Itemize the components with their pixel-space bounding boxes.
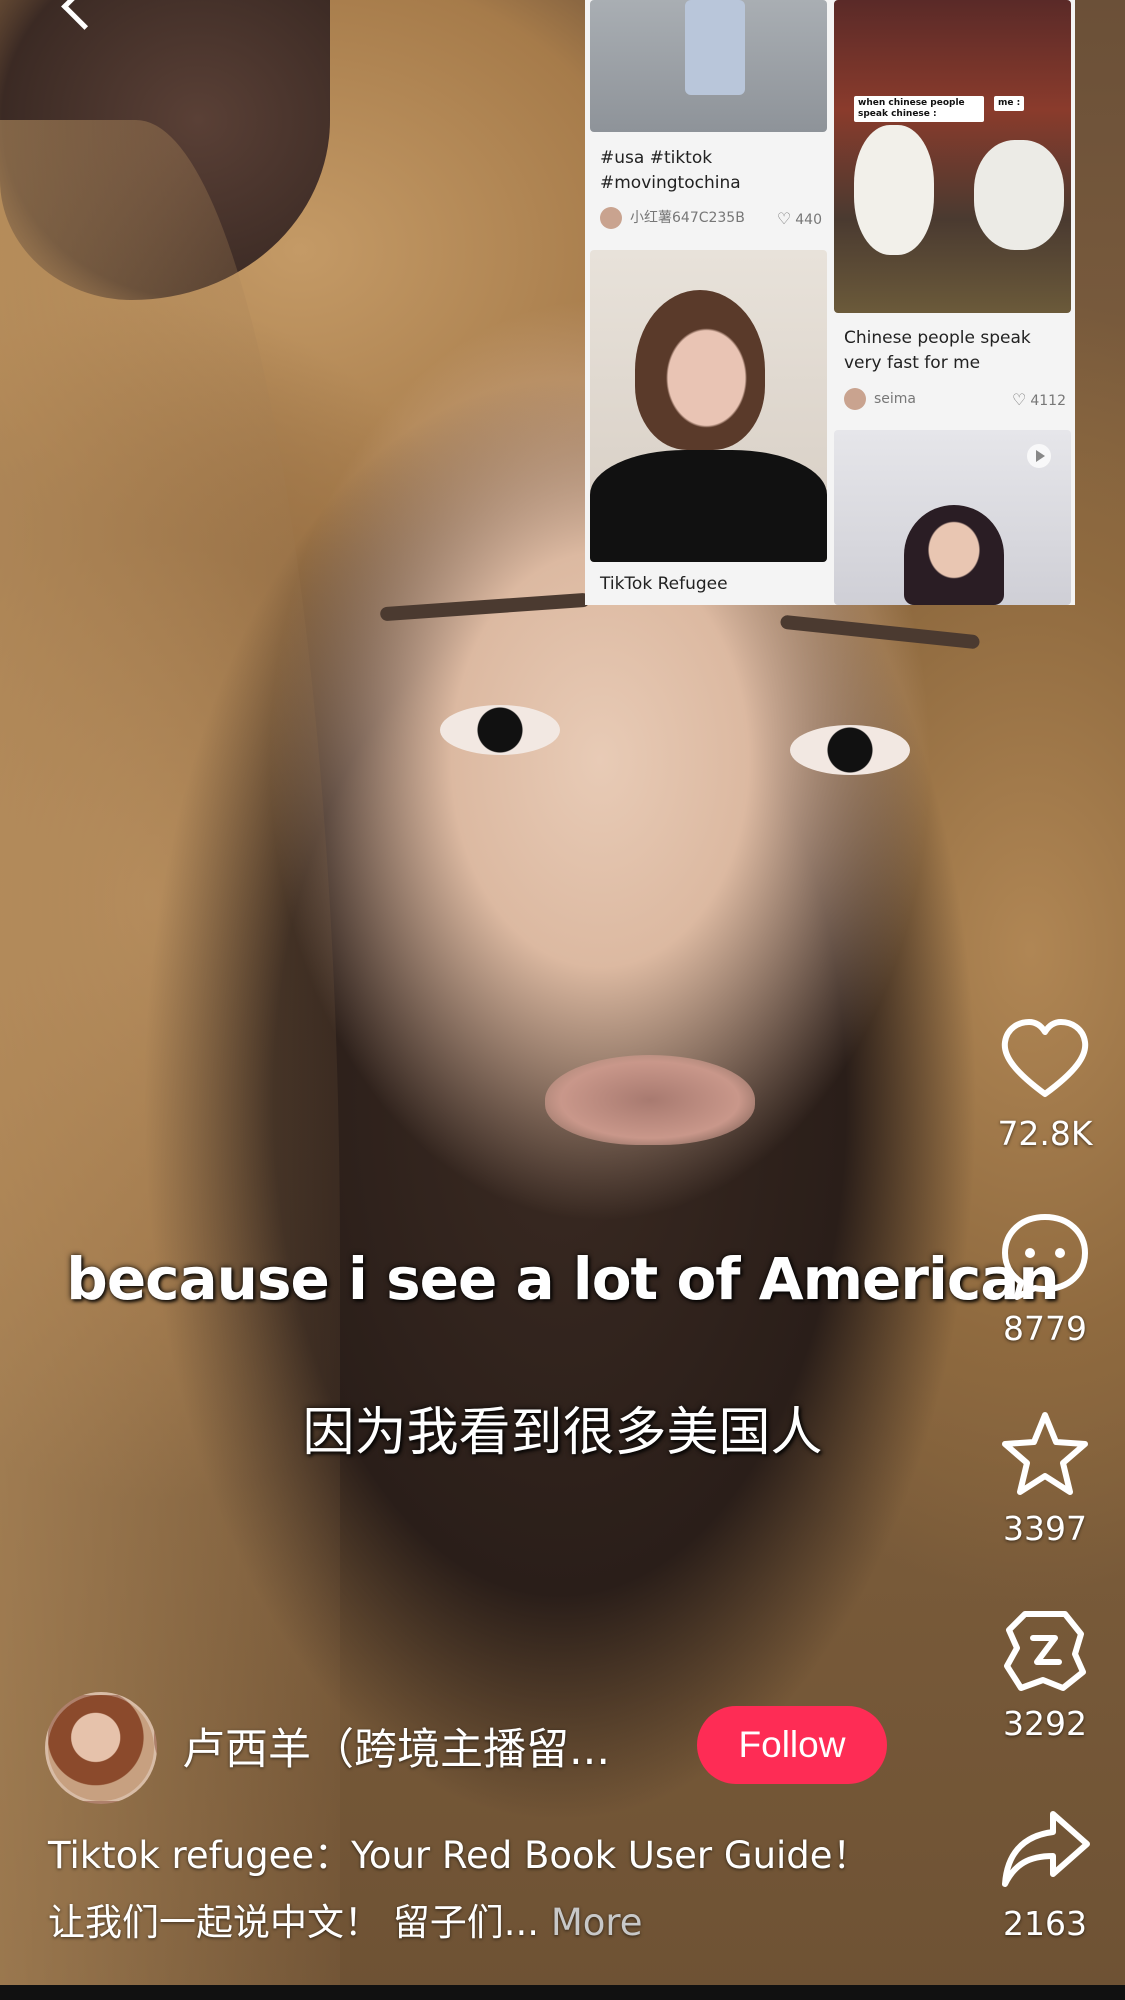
like-count: 72.8K [997, 1114, 1093, 1153]
progress-bar[interactable] [0, 1985, 1125, 2000]
card-likes: 440 [795, 211, 822, 228]
remix-icon [1004, 1611, 1086, 1691]
remix-count: 3292 [1003, 1704, 1087, 1743]
comment-icon [1002, 1214, 1088, 1300]
author-avatar [844, 388, 866, 410]
heart-icon [1001, 1019, 1089, 1097]
share-button[interactable]: 2163 [985, 1800, 1105, 1943]
author-avatar [600, 207, 622, 229]
video-frame[interactable]: #usa #tiktok #movingtochina 小红薯647C235B … [0, 0, 1125, 2000]
subtitle-english: because i see a lot of American [66, 1245, 1059, 1313]
eyebrow-left [379, 592, 591, 622]
meme-caption-right: me : [994, 96, 1025, 111]
lips [545, 1055, 755, 1145]
card-author: 小红薯647C235B [630, 210, 745, 226]
creator-avatar[interactable] [45, 1692, 157, 1804]
share-count: 2163 [1003, 1904, 1087, 1943]
subtitle-chinese: 因为我看到很多美国人 [302, 1403, 823, 1463]
card-meta: 小红薯647C235B ♡ 440 [600, 206, 822, 230]
star-icon [1002, 1412, 1088, 1495]
feed-thumbnail [590, 0, 827, 132]
embedded-feed-screenshot: #usa #tiktok #movingtochina 小红薯647C235B … [585, 0, 1075, 605]
follow-button[interactable]: Follow [697, 1706, 887, 1784]
cat-image [974, 140, 1064, 250]
back-icon[interactable] [50, 0, 110, 40]
portrait-sweater [590, 450, 827, 562]
creator-name[interactable]: 卢西羊（跨境主播留... [182, 1715, 652, 1777]
portrait-image [635, 290, 765, 450]
share-arrow-icon [1002, 1811, 1090, 1887]
card-author: seima [874, 391, 917, 407]
card-likes: 4112 [1030, 392, 1066, 409]
favorite-count: 3397 [1003, 1509, 1087, 1548]
feed-thumbnail[interactable] [590, 250, 827, 562]
person-image [904, 505, 1004, 605]
heart-icon[interactable]: ♡ [1012, 390, 1026, 409]
cat-image [854, 125, 934, 255]
person-legs-image [685, 0, 745, 95]
card-caption[interactable]: #usa #tiktok #movingtochina [600, 146, 820, 196]
feed-thumbnail[interactable]: when chinese people speak chinese : me : [834, 0, 1071, 313]
card-caption[interactable]: Chinese people speak very fast for me [844, 326, 1064, 376]
eye-right [790, 725, 910, 775]
remix-button[interactable]: 3292 [985, 1600, 1105, 1743]
feed-thumbnail[interactable] [834, 430, 1071, 605]
favorite-button[interactable]: 3397 [985, 1405, 1105, 1548]
card-meta: seima ♡ 4112 [844, 387, 1066, 411]
more-link[interactable]: More [551, 1901, 643, 1944]
comment-button[interactable]: 8779 [985, 1205, 1105, 1348]
description-text: Tiktok refugee：Your Red Book User Guide！… [48, 1834, 870, 1944]
comment-count: 8779 [1003, 1309, 1087, 1348]
play-icon [1027, 444, 1051, 468]
meme-caption-left: when chinese people speak chinese : [854, 96, 984, 122]
eye-left [440, 705, 560, 755]
like-button[interactable]: 72.8K [985, 1010, 1105, 1153]
video-description[interactable]: Tiktok refugee：Your Red Book User Guide！… [48, 1822, 908, 1956]
card-caption[interactable]: TikTok Refugee [600, 572, 820, 597]
eyebrow-right [779, 614, 981, 650]
heart-icon[interactable]: ♡ [777, 209, 791, 228]
